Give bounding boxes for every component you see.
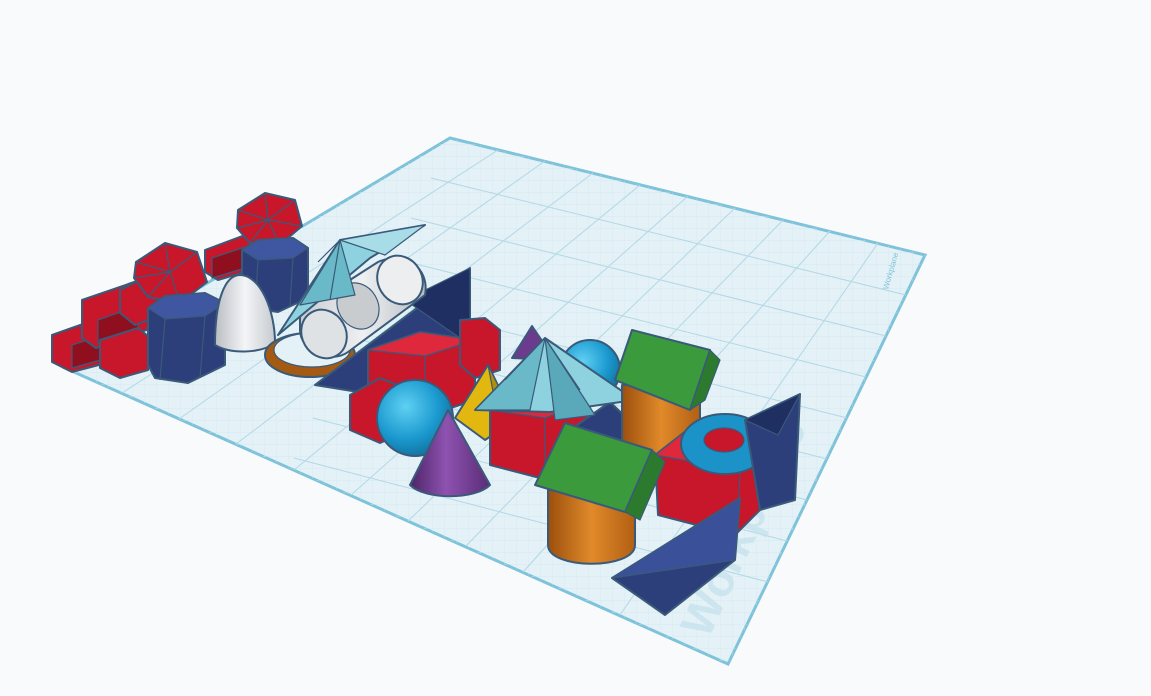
hexagonal-prism-left[interactable] (147, 292, 226, 384)
3d-viewport[interactable]: Workplane Workplane (0, 0, 1151, 696)
scene-canvas[interactable]: Workplane Workplane (0, 0, 1151, 696)
